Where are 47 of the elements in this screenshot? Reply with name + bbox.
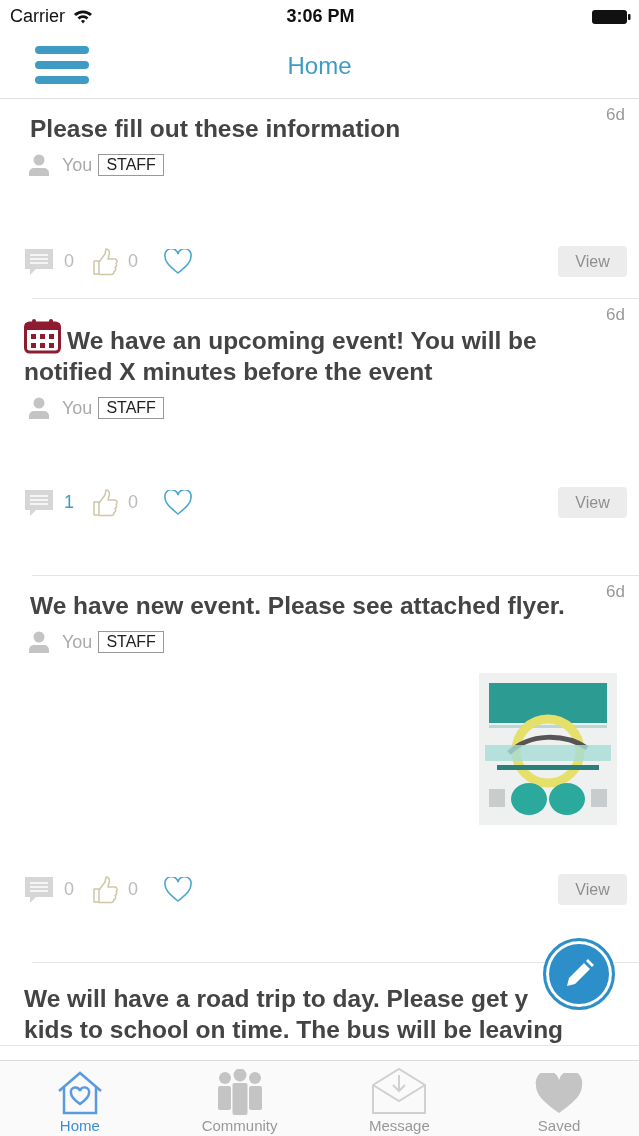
post-title: notified X minutes before the event <box>24 357 434 387</box>
post-title: Please fill out these information <box>30 114 401 144</box>
heart-icon[interactable] <box>164 489 192 516</box>
comment-count: 0 <box>64 251 75 272</box>
carrier-label: Carrier <box>10 6 65 27</box>
like-count: 0 <box>128 879 139 900</box>
post-title: We will have a road trip to day. Please get y <box>24 984 529 1014</box>
envelope-icon <box>371 1067 428 1115</box>
comment-icon[interactable] <box>24 874 54 905</box>
house-icon <box>56 1071 103 1115</box>
user-icon <box>28 397 50 419</box>
battery-icon <box>591 8 631 25</box>
like-count: 0 <box>128 251 139 272</box>
post-time: 6d <box>606 105 625 125</box>
page-title: Home <box>287 51 352 80</box>
author-name: You <box>62 397 93 419</box>
tab-bar-item[interactable]: Message <box>319 1061 480 1136</box>
user-icon <box>28 631 50 653</box>
role-tag: STAFF <box>98 397 164 419</box>
tab-bar-item[interactable]: Community <box>159 1061 320 1136</box>
author-name: You <box>62 154 93 176</box>
tab-bar-item[interactable]: Saved <box>479 1061 639 1136</box>
thumbs-up-icon[interactable] <box>92 488 118 517</box>
role-tag: STAFF <box>98 154 164 176</box>
comment-icon[interactable] <box>24 487 54 518</box>
author-name: You <box>62 631 93 653</box>
wifi-icon <box>73 9 93 24</box>
comment-count: 0 <box>64 879 75 900</box>
comment-icon[interactable] <box>24 246 54 277</box>
post-time: 6d <box>606 305 625 325</box>
menu-icon[interactable] <box>35 46 89 84</box>
heart-icon <box>535 1073 584 1115</box>
people-icon <box>215 1069 264 1115</box>
thumbs-up-icon[interactable] <box>92 875 118 904</box>
thumbs-up-icon[interactable] <box>92 247 118 276</box>
like-count: 0 <box>128 492 139 513</box>
heart-icon[interactable] <box>164 876 192 903</box>
post-title: We have an upcoming event! You will be <box>67 326 537 356</box>
clock-time: 3:06 PM <box>286 6 355 27</box>
post-title: kids to school on time. The bus will be leaving <box>24 1015 565 1045</box>
comment-count: 1 <box>64 492 75 513</box>
user-icon <box>28 154 50 176</box>
tab-bar-item[interactable]: Home <box>0 1061 160 1136</box>
heart-icon[interactable] <box>164 248 192 275</box>
post-time: 6d <box>606 582 625 602</box>
post-title: We have new event. Please see attached flyer. <box>30 591 565 621</box>
role-tag: STAFF <box>98 631 164 653</box>
